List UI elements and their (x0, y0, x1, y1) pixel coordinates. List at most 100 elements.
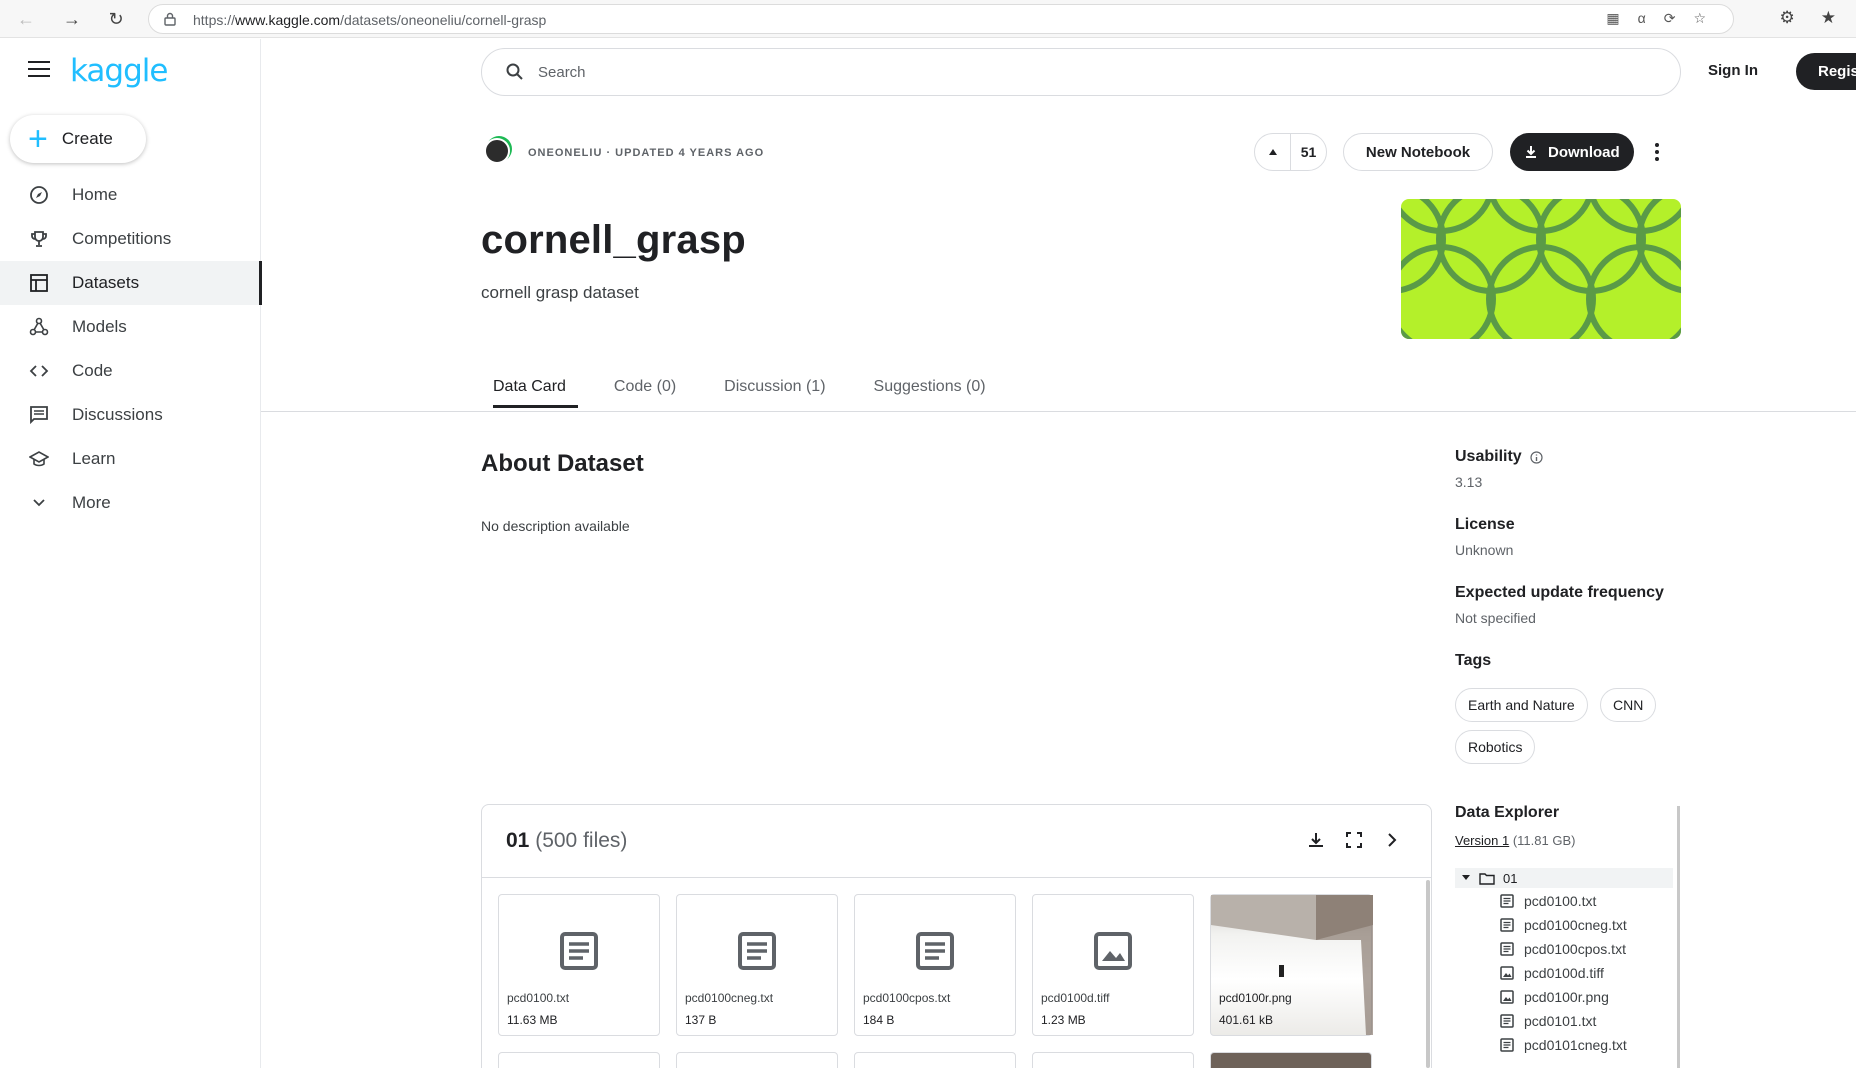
school-icon (28, 448, 50, 470)
dataset-tabs: Data Card Code (0) Discussion (1) Sugges… (481, 372, 1022, 408)
apps-icon[interactable]: ▦ (1606, 10, 1619, 27)
text-file-icon (738, 932, 776, 970)
discussions-icon (28, 404, 50, 426)
text-file-icon (916, 932, 954, 970)
sidebar-item-code[interactable]: Code (0, 349, 261, 393)
dataset-banner-image (1401, 199, 1681, 339)
upvote-arrow-icon[interactable] (1255, 134, 1291, 170)
download-icon (1526, 146, 1536, 158)
owner-updated-line[interactable]: ONEONELIU · UPDATED 4 YEARS AGO (528, 147, 764, 159)
sidebar-item-learn[interactable]: Learn (0, 437, 261, 481)
file-name: pcd0100d.tiff (1041, 991, 1110, 1005)
menu-icon[interactable] (28, 61, 50, 77)
search-input[interactable]: Search (481, 48, 1681, 96)
create-label: Create (61, 129, 113, 148)
about-heading: About Dataset (481, 450, 644, 477)
new-notebook-button[interactable]: New Notebook (1343, 133, 1493, 171)
tabs-divider (261, 411, 1856, 412)
tree-file[interactable]: pcd0100.txt (1500, 891, 1596, 911)
favorite-star-icon[interactable]: ☆ (1693, 10, 1706, 27)
file-tile[interactable]: pcd0100cneg.txt 137 B (676, 894, 838, 1036)
tab-discussion[interactable]: Discussion (1) (712, 372, 837, 408)
register-button[interactable]: Regis (1796, 53, 1856, 90)
tree-folder-01[interactable]: 01 (1455, 868, 1673, 888)
usability-section: Usability 3.13 (1455, 448, 1543, 490)
create-button[interactable]: + Create (10, 115, 146, 163)
file-size: 137 B (685, 1013, 717, 1027)
files-card: 01 (500 files) pcd0100.txt 11.63 MB pcd0… (481, 804, 1432, 1068)
info-icon[interactable] (1530, 450, 1543, 464)
file-tile[interactable] (676, 1052, 838, 1068)
side-nav: Home Competitions Datasets Models Code D… (0, 173, 262, 525)
fullscreen-icon[interactable] (1345, 831, 1363, 849)
file-tile[interactable]: pcd0100d.tiff 1.23 MB (1032, 894, 1194, 1036)
sidebar-item-home[interactable]: Home (0, 173, 261, 217)
license-value: Unknown (1455, 542, 1514, 558)
dataset-title: cornell_grasp (481, 218, 746, 262)
tree-folder-label: 01 (1503, 870, 1518, 886)
explorer-scrollbar[interactable] (1677, 806, 1680, 1068)
sidebar-item-discussions[interactable]: Discussions (0, 393, 261, 437)
tag-earth-and-nature[interactable]: Earth and Nature (1455, 688, 1588, 722)
chevron-right-icon[interactable] (1383, 831, 1401, 849)
sidebar-item-label: Discussions (72, 405, 163, 424)
tree-file[interactable]: pcd0101.txt (1500, 1011, 1596, 1031)
file-tile[interactable] (854, 1052, 1016, 1068)
download-icon[interactable] (1307, 831, 1325, 849)
tab-suggestions[interactable]: Suggestions (0) (862, 372, 998, 408)
more-options-icon[interactable] (1650, 140, 1664, 164)
tree-file[interactable]: pcd0100cpos.txt (1500, 939, 1626, 959)
download-label: Download (1548, 143, 1620, 161)
sidebar-item-datasets[interactable]: Datasets (0, 261, 262, 305)
tree-file[interactable]: pcd0100cneg.txt (1500, 915, 1627, 935)
tree-file[interactable]: pcd0100r.png (1500, 987, 1609, 1007)
kaggle-logo[interactable]: kaggle (70, 53, 168, 89)
file-tile[interactable] (1210, 1052, 1372, 1068)
sidebar-item-more[interactable]: More (0, 481, 261, 525)
reload-icon[interactable]: ↻ (102, 6, 130, 32)
sidebar-item-label: More (72, 493, 111, 512)
translate-icon[interactable]: α (1638, 10, 1646, 27)
files-actions (1307, 831, 1401, 849)
tab-code[interactable]: Code (0) (602, 372, 688, 408)
sidebar-item-models[interactable]: Models (0, 305, 261, 349)
text-file-icon (560, 932, 598, 970)
files-scrollbar[interactable] (1426, 880, 1430, 1068)
frequency-section: Expected update frequency Not specified (1455, 584, 1664, 626)
usability-value: 3.13 (1455, 474, 1483, 490)
address-bar[interactable]: https://www.kaggle.com/datasets/oneoneli… (148, 4, 1734, 34)
file-tile[interactable] (498, 1052, 660, 1068)
tab-data-card[interactable]: Data Card (481, 372, 578, 408)
back-arrow-icon[interactable]: ← (12, 6, 40, 32)
favorites-icon[interactable]: ★ (1821, 8, 1836, 28)
version-link[interactable]: Version 1 (1455, 833, 1509, 848)
tags-label: Tags (1455, 652, 1492, 669)
sidebar-item-competitions[interactable]: Competitions (0, 217, 261, 261)
frequency-value: Not specified (1455, 610, 1536, 626)
sign-in-link[interactable]: Sign In (1708, 62, 1758, 79)
file-tile[interactable] (1032, 1052, 1194, 1068)
data-explorer-title: Data Explorer (1455, 804, 1560, 821)
download-button[interactable]: Download (1510, 133, 1634, 171)
about-description: No description available (481, 518, 630, 534)
upvote-control[interactable]: 51 (1254, 133, 1327, 171)
owner-avatar[interactable] (484, 138, 510, 164)
image-file-icon (1094, 932, 1132, 970)
tag-robotics[interactable]: Robotics (1455, 730, 1536, 764)
url-text: https://www.kaggle.com/datasets/oneoneli… (193, 12, 547, 28)
tag-cnn[interactable]: CNN (1600, 688, 1657, 722)
sidebar-item-label: Models (72, 317, 127, 336)
file-tile[interactable]: pcd0100.txt 11.63 MB (498, 894, 660, 1036)
file-tile[interactable]: pcd0100r.png 401.61 kB (1210, 894, 1373, 1036)
code-icon (28, 360, 50, 382)
extensions-icon[interactable]: ⚙ (1780, 8, 1795, 28)
refresh-extension-icon[interactable]: ⟳ (1664, 10, 1676, 27)
file-name: pcd0100.txt (507, 991, 570, 1005)
tree-file[interactable]: pcd0101cneg.txt (1500, 1035, 1627, 1055)
frequency-label: Expected update frequency (1455, 584, 1664, 601)
file-tile[interactable]: pcd0100cpos.txt 184 B (854, 894, 1016, 1036)
caret-down-icon[interactable] (1461, 874, 1471, 882)
license-label: License (1455, 516, 1515, 533)
tree-file[interactable]: pcd0100d.tiff (1500, 963, 1604, 983)
forward-arrow-icon[interactable]: → (58, 6, 86, 32)
